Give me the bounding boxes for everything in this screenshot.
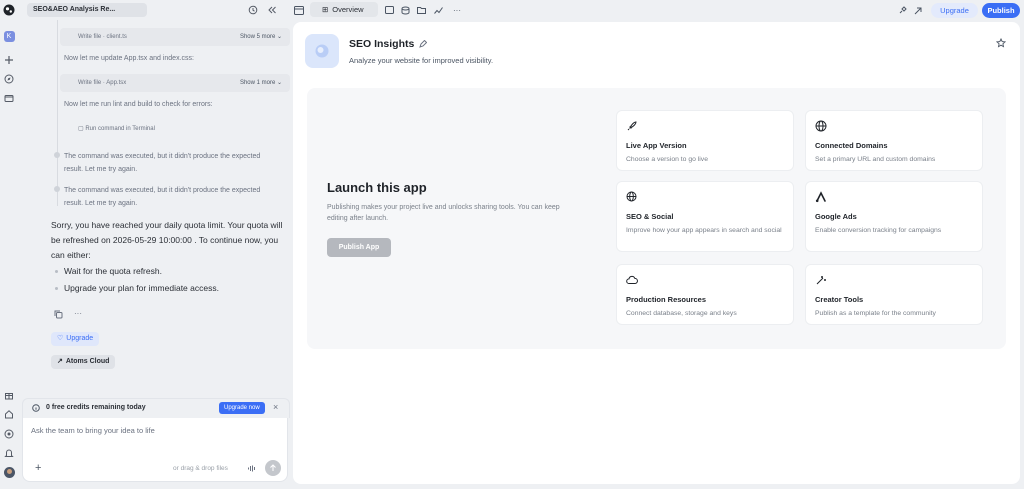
- drop-hint: or drag & drop files: [173, 465, 228, 472]
- help-icon[interactable]: [2, 427, 16, 441]
- history-icon[interactable]: [248, 5, 258, 15]
- magic-wand-icon: [815, 274, 827, 286]
- option-item: Upgrade your plan for immediate access.: [55, 283, 219, 293]
- globe-search-icon: [626, 191, 638, 203]
- edit-icon[interactable]: [419, 40, 428, 48]
- tool-call-label: Write file · App.tsx: [78, 80, 127, 86]
- card-creator-tools[interactable]: Creator Tools Publish as a template for …: [805, 264, 983, 325]
- step-message: The command was executed, but it didn't …: [64, 153, 261, 173]
- project-title-tab[interactable]: SEO&AEO Analysis Re...: [27, 3, 147, 17]
- step-dot: [54, 152, 60, 158]
- google-ads-icon: [815, 191, 827, 203]
- compass-icon[interactable]: [2, 72, 16, 86]
- chat-input[interactable]: Ask the team to bring your idea to life: [31, 426, 155, 435]
- rocket-icon: [626, 120, 638, 132]
- main-content: SEO Insights Analyze your website for im…: [293, 22, 1020, 484]
- send-button[interactable]: [265, 460, 281, 476]
- tool-call-label: Run command in Terminal: [85, 126, 155, 132]
- folder-icon[interactable]: [2, 91, 16, 105]
- info-icon: [32, 404, 40, 412]
- card-seo-social[interactable]: SEO & Social Improve how your app appear…: [616, 181, 794, 252]
- page-title-row: SEO Insights: [349, 38, 428, 50]
- app-icon: [305, 34, 339, 68]
- card-google-ads[interactable]: Google Ads Enable conversion tracking fo…: [805, 181, 983, 252]
- upgrade-now-button[interactable]: Upgrade now: [219, 402, 265, 414]
- tool-call-card[interactable]: Write file · App.tsx Show 1 more ⌄: [60, 74, 290, 92]
- atoms-cloud-chip[interactable]: ↗ Atoms Cloud: [51, 355, 116, 369]
- copy-icon[interactable]: [54, 310, 63, 319]
- launch-title: Launch this app: [327, 180, 427, 195]
- option-item: Wait for the quota refresh.: [55, 266, 162, 276]
- chat-input-box[interactable]: Ask the team to bring your idea to life …: [22, 418, 288, 482]
- grid-icon: ⊞: [322, 5, 329, 14]
- arrow-icon: ↗: [57, 358, 63, 365]
- card-production-resources[interactable]: Production Resources Connect database, s…: [616, 264, 794, 325]
- files-icon[interactable]: [415, 4, 427, 16]
- assistant-note: Now let me run lint and build to check f…: [64, 101, 213, 108]
- logo-icon[interactable]: [2, 3, 16, 17]
- collapse-panel-icon[interactable]: [267, 5, 277, 15]
- star-icon[interactable]: [996, 38, 1006, 48]
- left-rail: K: [0, 0, 19, 489]
- top-bar: ⊞ Overview ··· Upgrade Publish: [289, 0, 1024, 20]
- quota-message: Sorry, you have reached your daily quota…: [51, 220, 283, 260]
- tool-call-label: Write file · client.ts: [78, 34, 127, 40]
- terminal-icon: ▢: [78, 126, 84, 132]
- publish-button[interactable]: Publish: [982, 3, 1020, 18]
- tab-overview[interactable]: ⊞ Overview: [310, 2, 378, 17]
- user-avatar-icon[interactable]: K: [2, 29, 16, 43]
- globe-icon: [815, 120, 827, 132]
- attach-plus-icon[interactable]: +: [35, 462, 41, 474]
- account-avatar[interactable]: [2, 465, 16, 479]
- more-tabs-icon[interactable]: ···: [451, 4, 463, 16]
- page-title: SEO Insights: [349, 38, 415, 50]
- thread-line: [57, 20, 58, 206]
- home-icon[interactable]: [2, 407, 16, 421]
- launch-description: Publishing makes your project live and u…: [327, 204, 560, 222]
- preview-icon[interactable]: [383, 4, 395, 16]
- upgrade-button[interactable]: Upgrade: [931, 3, 978, 18]
- analytics-icon[interactable]: [432, 4, 444, 16]
- show-more-button[interactable]: Show 1 more ⌄: [240, 74, 282, 92]
- more-options-icon[interactable]: ···: [74, 309, 82, 318]
- diamond-icon: ♡: [57, 335, 64, 342]
- upgrade-chip[interactable]: ♡ Upgrade: [51, 332, 100, 346]
- voice-icon[interactable]: [247, 464, 256, 473]
- launch-panel: Launch this app Publishing makes your pr…: [307, 88, 1006, 349]
- share-icon[interactable]: [912, 4, 924, 16]
- card-connected-domains[interactable]: Connected Domains Set a primary URL and …: [805, 110, 983, 171]
- page-subtitle: Analyze your website for improved visibi…: [349, 56, 494, 65]
- cloud-icon: [626, 274, 638, 286]
- close-icon[interactable]: ×: [273, 402, 278, 412]
- plus-icon[interactable]: [2, 53, 16, 67]
- credits-bar: 0 free credits remaining today Upgrade n…: [22, 398, 290, 418]
- credits-text: 0 free credits remaining today: [46, 404, 146, 411]
- step-dot: [54, 186, 60, 192]
- step-message: The command was executed, but it didn't …: [64, 187, 261, 207]
- gift-icon[interactable]: [2, 388, 16, 402]
- database-icon[interactable]: [399, 4, 411, 16]
- card-live-app-version[interactable]: Live App Version Choose a version to go …: [616, 110, 794, 171]
- tool-call-card[interactable]: ▢ Run command in Terminal: [60, 120, 290, 138]
- bell-icon[interactable]: [2, 446, 16, 460]
- show-more-button[interactable]: Show 5 more ⌄: [240, 28, 282, 46]
- pin-icon[interactable]: [896, 4, 908, 16]
- assistant-note: Now let me update App.tsx and index.css:: [64, 55, 194, 62]
- sidebar-toggle-icon[interactable]: [293, 4, 305, 16]
- tool-call-card[interactable]: Write file · client.ts Show 5 more ⌄: [60, 28, 290, 46]
- publish-app-button[interactable]: Publish App: [327, 238, 391, 257]
